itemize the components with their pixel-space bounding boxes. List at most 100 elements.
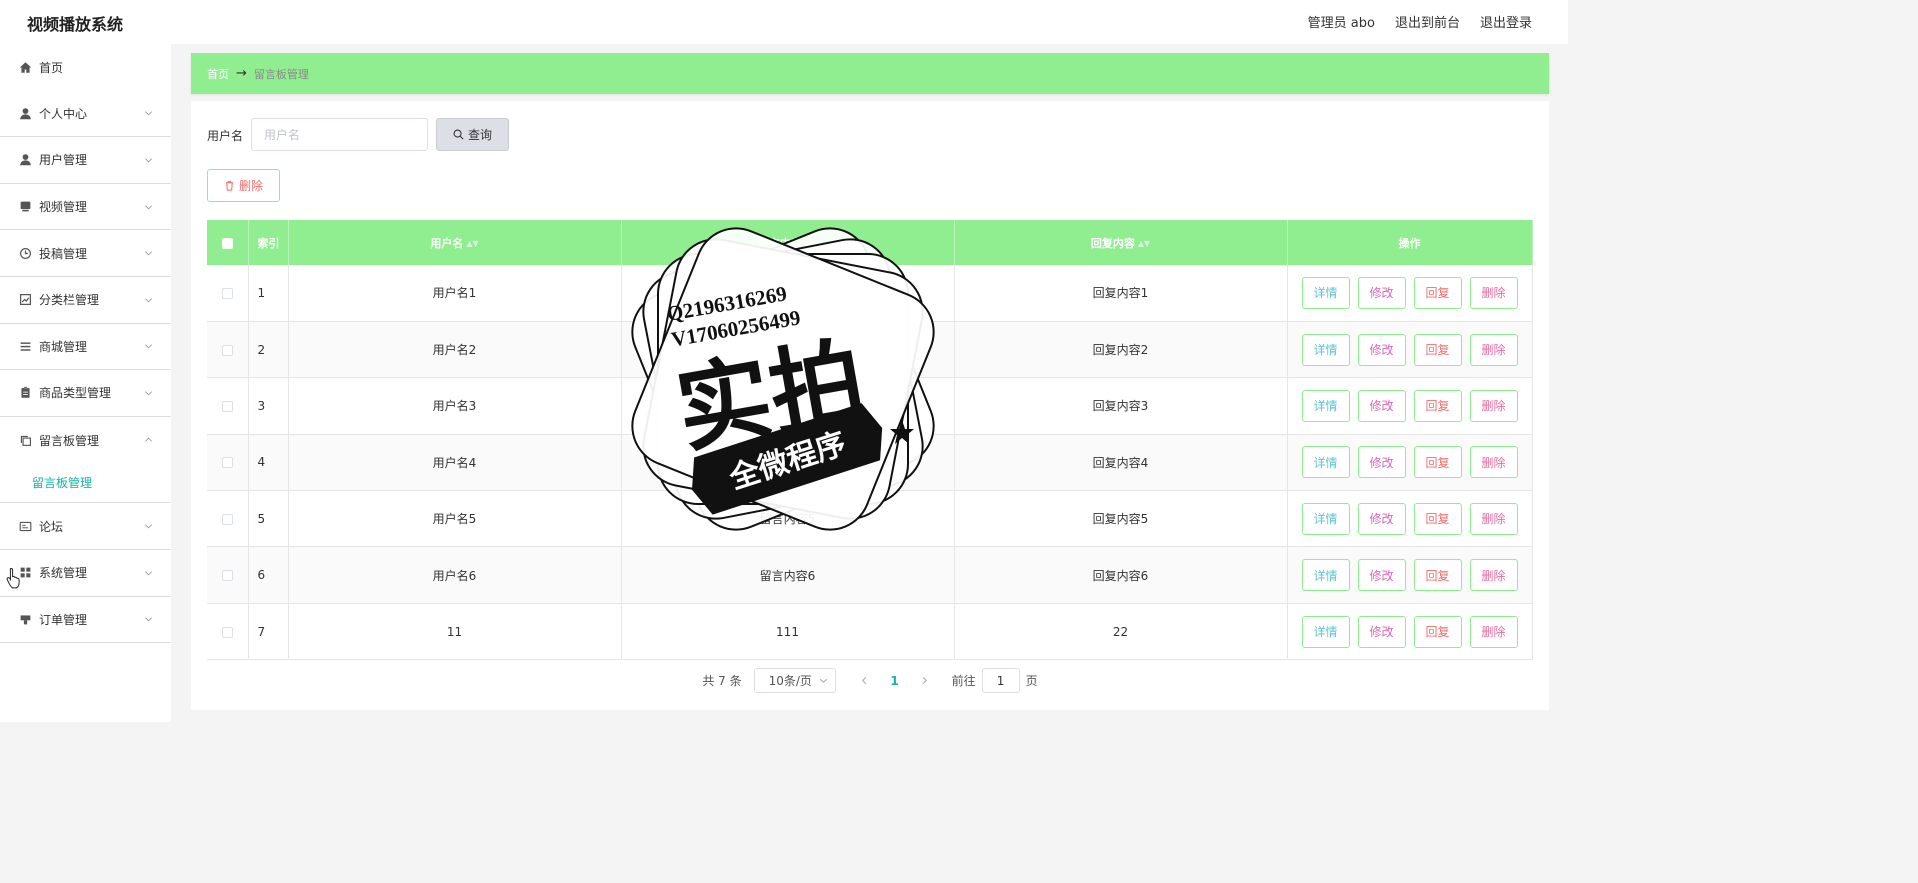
logout-link[interactable]: 退出登录 <box>1480 12 1532 31</box>
table-row: 1 用户名1 留言内容1 回复内容1 详情 修改 回复 删除 <box>207 265 1533 322</box>
reply-button[interactable]: 回复 <box>1413 559 1462 592</box>
detail-button[interactable]: 详情 <box>1301 389 1350 422</box>
back-to-front-link[interactable]: 退出到前台 <box>1395 12 1460 31</box>
detail-button[interactable]: 详情 <box>1301 502 1350 535</box>
column-header-actions: 操作 <box>1287 220 1533 265</box>
page-size-select[interactable]: 10条/页 <box>753 668 836 693</box>
sidebar-item-mall[interactable]: 商城管理 <box>0 324 171 371</box>
delete-button[interactable]: 删除 <box>1469 389 1518 422</box>
detail-button[interactable]: 详情 <box>1301 559 1350 592</box>
breadcrumb-home[interactable]: 首页 <box>207 66 229 82</box>
batch-delete-button[interactable]: 删除 <box>207 169 280 202</box>
column-header-message[interactable]: 留言内容 ▲▼ <box>621 220 955 265</box>
search-button[interactable]: 查询 <box>436 118 509 151</box>
edit-button[interactable]: 修改 <box>1357 276 1406 309</box>
row-actions: 详情 修改 回复 删除 <box>1287 603 1533 661</box>
sort-icon[interactable]: ▲▼ <box>466 239 478 248</box>
delete-button[interactable]: 删除 <box>1469 333 1518 366</box>
edit-button[interactable]: 修改 <box>1357 559 1406 592</box>
row-checkbox[interactable] <box>221 570 233 582</box>
row-actions: 详情 修改 回复 删除 <box>1287 265 1533 322</box>
row-index: 7 <box>248 603 289 661</box>
app-title: 视频播放系统 <box>27 15 124 34</box>
edit-button[interactable]: 修改 <box>1357 333 1406 366</box>
column-header-label: 留言内容 <box>757 236 802 250</box>
sidebar-item-videos[interactable]: 视频管理 <box>0 184 171 231</box>
sidebar-item-label: 视频管理 <box>39 200 88 215</box>
row-message: 留言内容1 <box>621 265 955 322</box>
sidebar-item-message-board[interactable]: 留言板管理 <box>0 417 171 464</box>
delete-button[interactable]: 删除 <box>1469 615 1518 648</box>
page-number[interactable]: 1 <box>882 674 908 688</box>
edit-button[interactable]: 修改 <box>1357 446 1406 479</box>
sidebar-item-system[interactable]: 系统管理 <box>0 550 171 597</box>
search-icon <box>453 129 464 140</box>
mouse-pointer-icon <box>6 567 20 589</box>
sidebar-item-label: 首页 <box>39 60 64 75</box>
delete-button[interactable]: 删除 <box>1469 446 1518 479</box>
table-row: 5 用户名5 留言内容5 回复内容5 详情 修改 回复 删除 <box>207 490 1533 548</box>
clipboard-icon <box>18 386 32 400</box>
sidebar-item-forum[interactable]: 论坛 <box>0 503 171 550</box>
column-header-username[interactable]: 用户名 ▲▼ <box>288 220 622 265</box>
row-select-cell <box>207 265 249 322</box>
sidebar-item-users[interactable]: 用户管理 <box>0 137 171 184</box>
next-page-button[interactable] <box>912 668 938 693</box>
reply-button[interactable]: 回复 <box>1413 276 1462 309</box>
column-header-label: 回复内容 <box>1090 236 1135 250</box>
edit-button[interactable]: 修改 <box>1357 389 1406 422</box>
chevron-down-icon <box>145 617 152 622</box>
sidebar-item-label: 留言板管理 <box>39 433 100 448</box>
reply-button[interactable]: 回复 <box>1413 615 1462 648</box>
row-checkbox[interactable] <box>221 457 233 469</box>
goto-page: 前往 页 <box>952 668 1038 693</box>
row-checkbox[interactable] <box>221 344 233 356</box>
column-header-reply[interactable]: 回复内容 ▲▼ <box>954 220 1288 265</box>
edit-button[interactable]: 修改 <box>1357 615 1406 648</box>
sidebar-item-orders[interactable]: 订单管理 <box>0 597 171 644</box>
chevron-down-icon <box>145 251 152 256</box>
row-actions: 详情 修改 回复 删除 <box>1287 434 1533 492</box>
row-checkbox[interactable] <box>221 400 233 412</box>
sort-icon[interactable]: ▲▼ <box>805 239 817 248</box>
sidebar-item-label: 商品类型管理 <box>39 386 112 401</box>
detail-button[interactable]: 详情 <box>1301 446 1350 479</box>
row-actions: 详情 修改 回复 删除 <box>1287 321 1533 379</box>
detail-button[interactable]: 详情 <box>1301 276 1350 309</box>
sidebar-item-submissions[interactable]: 投稿管理 <box>0 230 171 277</box>
sidebar-item-home[interactable]: 首页 <box>0 44 171 91</box>
username-search-input[interactable] <box>251 118 428 151</box>
row-checkbox[interactable] <box>221 626 233 638</box>
chevron-down-icon <box>145 391 152 396</box>
detail-button[interactable]: 详情 <box>1301 333 1350 366</box>
row-username: 用户名1 <box>288 265 622 322</box>
sidebar-item-profile[interactable]: 个人中心 <box>0 91 171 138</box>
edit-button[interactable]: 修改 <box>1357 502 1406 535</box>
sidebar-item-categories[interactable]: 分类栏管理 <box>0 277 171 324</box>
admin-label: 管理员 abo <box>1307 16 1375 31</box>
sidebar-item-product-types[interactable]: 商品类型管理 <box>0 370 171 417</box>
row-message: 111 <box>621 603 955 661</box>
reply-button[interactable]: 回复 <box>1413 333 1462 366</box>
sort-icon[interactable]: ▲▼ <box>1138 239 1150 248</box>
row-checkbox[interactable] <box>221 513 233 525</box>
reply-button[interactable]: 回复 <box>1413 502 1462 535</box>
reply-button[interactable]: 回复 <box>1413 446 1462 479</box>
row-checkbox[interactable] <box>221 287 233 299</box>
goto-page-input[interactable] <box>981 668 1020 693</box>
row-index: 2 <box>248 321 289 379</box>
delete-button[interactable]: 删除 <box>1469 559 1518 592</box>
sidebar-subitem-message-board[interactable]: 留言板管理 <box>0 463 171 504</box>
column-header-label: 用户名 <box>430 236 464 250</box>
select-all-checkbox[interactable] <box>221 237 233 249</box>
delete-button[interactable]: 删除 <box>1469 276 1518 309</box>
prev-page-button[interactable] <box>852 668 878 693</box>
user-icon <box>18 153 32 167</box>
sidebar-item-label: 论坛 <box>39 519 64 534</box>
row-reply: 回复内容4 <box>954 434 1288 492</box>
detail-button[interactable]: 详情 <box>1301 615 1350 648</box>
delete-button[interactable]: 删除 <box>1469 502 1518 535</box>
chevron-up-icon <box>145 437 152 442</box>
home-icon <box>18 60 32 74</box>
reply-button[interactable]: 回复 <box>1413 389 1462 422</box>
